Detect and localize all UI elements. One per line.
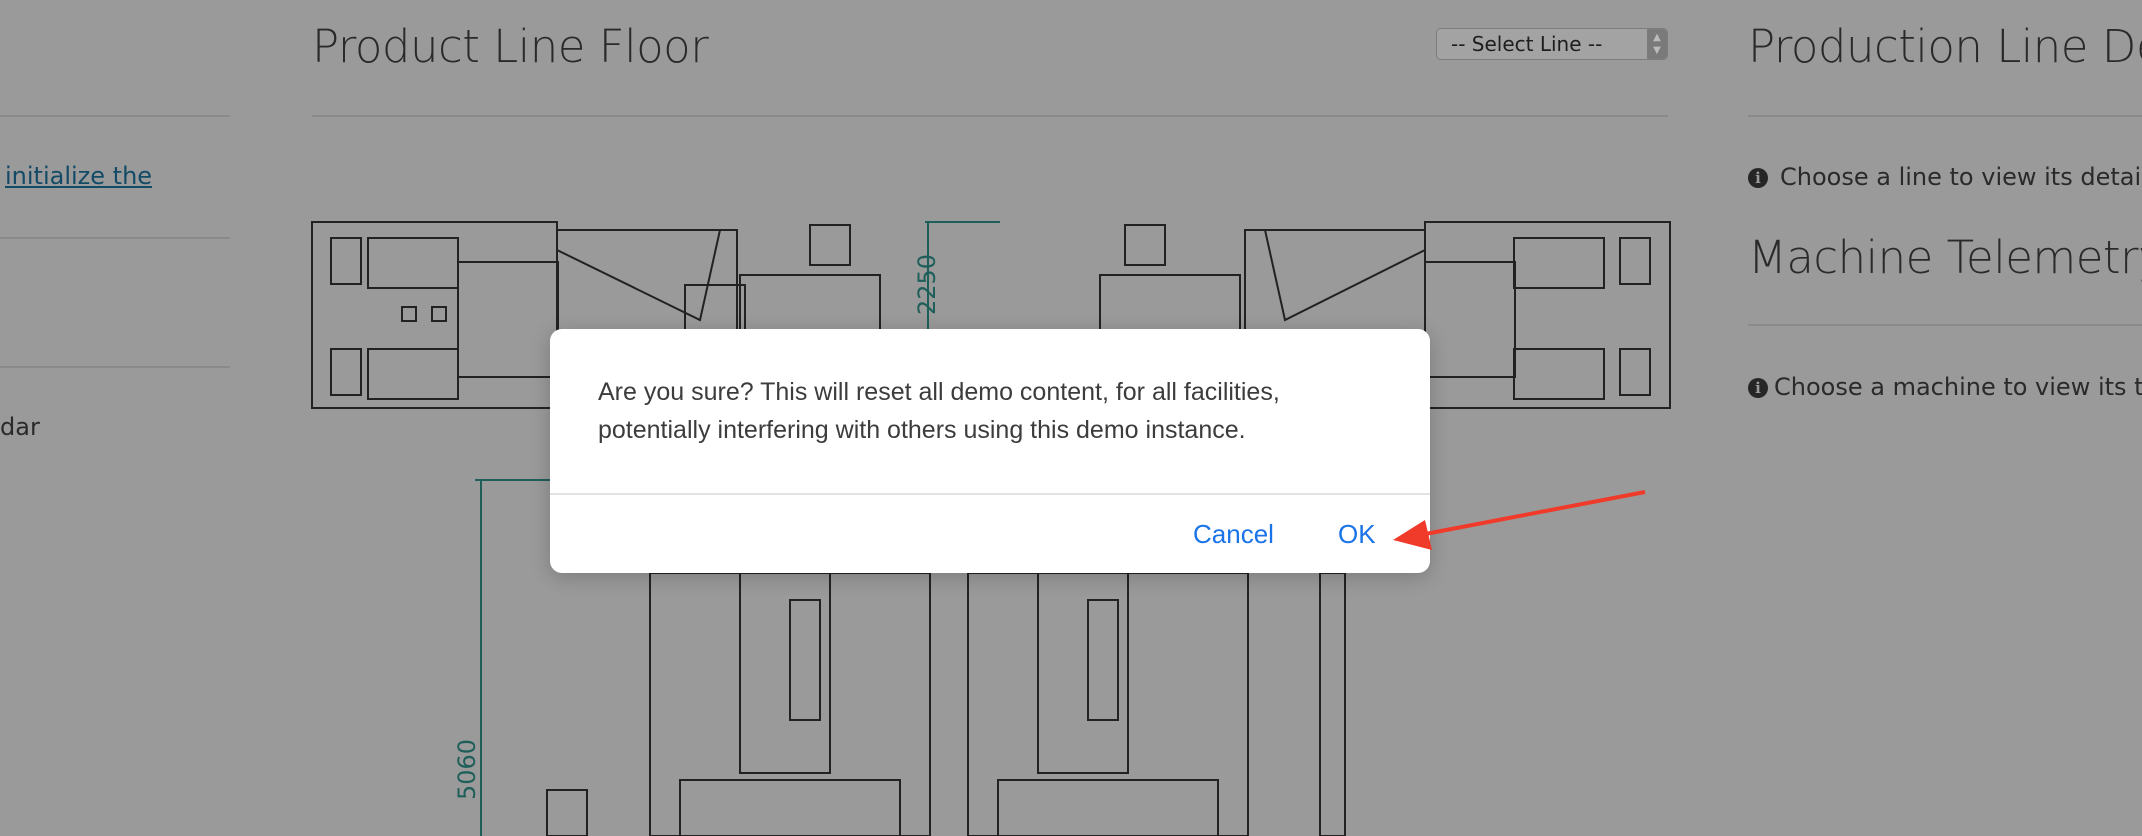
annotation-arrow-icon [1393,490,1646,550]
